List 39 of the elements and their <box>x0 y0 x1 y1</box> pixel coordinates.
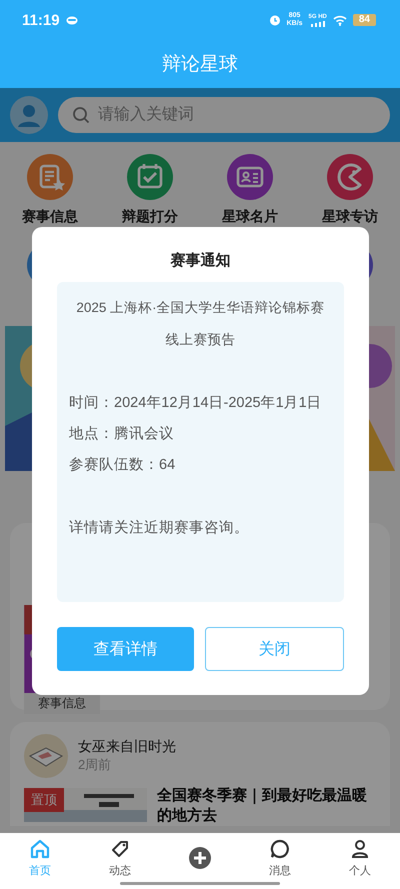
post-title[interactable]: 全国赛冬季赛｜到最好吃最温暖的地方去 <box>157 786 376 826</box>
pinned-badge: 置顶 <box>24 788 64 812</box>
search-field[interactable]: 请输入关键词 <box>58 97 390 133</box>
signal-icon <box>310 20 325 26</box>
category-icon <box>127 154 173 200</box>
dialog-title: 赛事通知 <box>170 251 232 270</box>
notice-headline: 2025 上海杯·全国大学生华语辩论锦标赛 <box>75 299 326 317</box>
category-label[interactable]: 赛事信息 <box>22 208 78 226</box>
chat-icon <box>269 838 291 860</box>
notice-detail: 地点：腾讯会议 <box>69 424 175 444</box>
face-icon <box>66 16 78 24</box>
avatar-icon <box>10 96 48 134</box>
alarm-icon <box>268 14 281 26</box>
category-icon <box>227 154 273 200</box>
wifi-icon <box>332 14 347 26</box>
category-label[interactable]: 辩题打分 <box>122 208 178 226</box>
post-time: 2周前 <box>78 756 112 774</box>
nav-tab[interactable]: 动态 <box>80 833 160 883</box>
post-card[interactable]: 女巫来自旧时光 2周前 置顶 全国赛冬季赛｜到最好吃最温暖的地方去 <box>10 722 390 826</box>
notice-note: 详情请关注近期赛事咨询。 <box>69 518 250 538</box>
plus-icon <box>189 847 211 869</box>
category-label[interactable]: 星球专访 <box>322 208 378 226</box>
category-icon <box>327 154 373 200</box>
app-title: 辩论星球 <box>162 53 238 77</box>
search-icon <box>72 106 90 124</box>
category-label[interactable]: 星球名片 <box>222 208 278 226</box>
home-icon <box>29 838 51 860</box>
clock-time: 11:19 <box>22 12 60 28</box>
category-icon <box>27 154 73 200</box>
person-icon <box>349 838 371 860</box>
notice-detail: 时间：2024年12月14日-2025年1月1日 <box>69 394 323 413</box>
notice-headline: 线上赛预告 <box>164 331 236 349</box>
tag-icon <box>109 838 131 860</box>
author-name: 女巫来自旧时光 <box>78 738 176 756</box>
battery-indicator: 84 <box>352 14 376 26</box>
nav-tab[interactable]: 消息 <box>240 833 320 883</box>
category-tag: 赛事信息 <box>24 693 100 714</box>
notice-detail: 参赛队伍数：64 <box>69 456 176 475</box>
nav-tab[interactable]: 个人 <box>320 833 400 883</box>
